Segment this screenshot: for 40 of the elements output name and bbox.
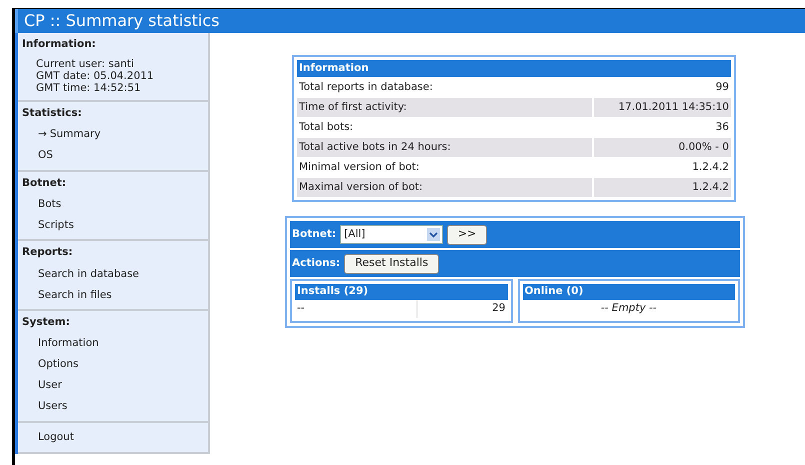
reset-installs-button[interactable]: Reset Installs (344, 254, 440, 274)
table-cell: -- (295, 300, 418, 318)
sidebar-link[interactable]: Bots (38, 196, 62, 213)
sidebar-link[interactable]: Information (38, 336, 99, 352)
section-heading: Reports: (21, 245, 74, 260)
sidebar-link[interactable]: Logout (38, 430, 74, 446)
section-heading: Botnet: (21, 176, 68, 190)
table-cell-text: 1.2.4.2 (691, 160, 730, 175)
table-header: Information (297, 60, 731, 77)
table-cell-text: 0.00% - 0 (677, 140, 730, 155)
sidebar-link[interactable]: Scripts (38, 218, 74, 234)
sidebar-link[interactable]: Users (38, 399, 68, 416)
info-line: GMT date: 05.04.2011 (36, 70, 155, 82)
section-heading: System: (21, 315, 71, 330)
table-cell-text: 1.2.4.2 (691, 180, 730, 195)
section-heading: Statistics: (21, 106, 83, 121)
actions-label: Actions: (292, 256, 340, 271)
go-button[interactable]: >> (447, 224, 488, 244)
table-cell: Maximal version of bot: (297, 178, 594, 197)
table-cell-text: 99 (714, 80, 730, 95)
table-header: Online (0) (522, 284, 735, 300)
dropdown-icon (427, 228, 440, 241)
sidebar-link[interactable]: OS (38, 148, 53, 164)
info-line: Current user: santi (36, 58, 135, 70)
window-title: CP :: Summary statistics (24, 13, 220, 29)
table-cell-text: 36 (714, 120, 730, 135)
sidebar-link[interactable]: Options (38, 357, 79, 374)
botnet-select[interactable]: [All] (340, 225, 444, 244)
sidebar-link[interactable]: User (38, 378, 62, 394)
empty-text: -- Empty -- (600, 301, 657, 316)
table-cell-text: 29 (491, 301, 506, 316)
sidebar-link[interactable]: Search in files (38, 288, 112, 304)
selected-arrow: → (38, 127, 47, 142)
sidebar-link[interactable]: Summary (50, 127, 101, 143)
botnet-label: Botnet: (292, 226, 336, 242)
table-cell-text: 17.01.2011 14:35:10 (617, 100, 730, 115)
table-header: Installs (29) (295, 284, 508, 300)
section-heading: Information: (21, 37, 97, 52)
info-line: GMT time: 14:52:51 (36, 82, 142, 94)
sidebar-link[interactable]: Search in database (38, 266, 140, 282)
